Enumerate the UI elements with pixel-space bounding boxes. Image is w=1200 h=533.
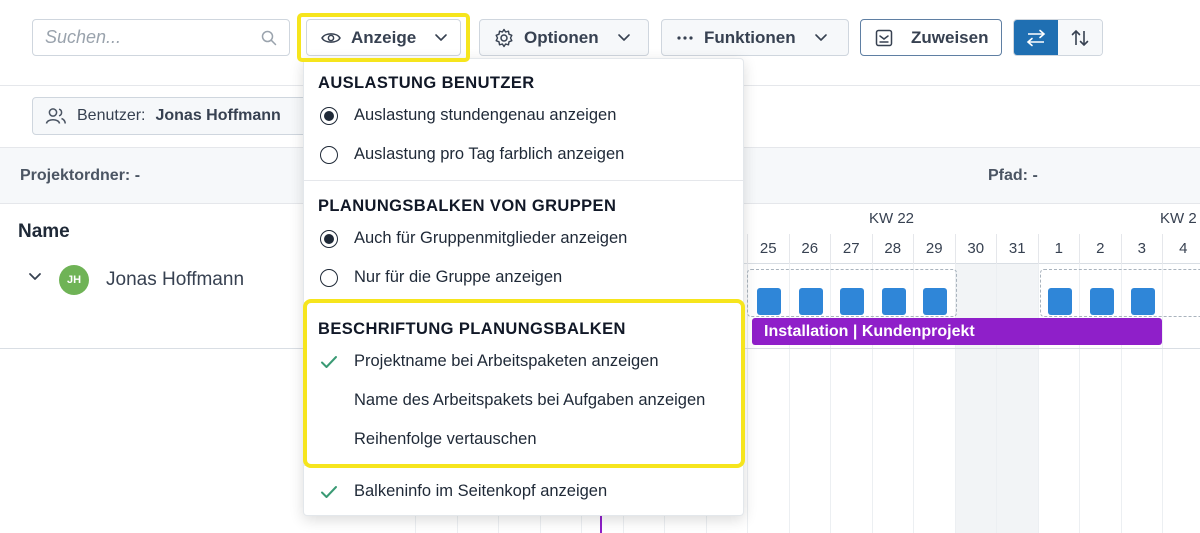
eye-icon: [321, 31, 341, 45]
workload-block[interactable]: [882, 288, 906, 315]
workload-block[interactable]: [840, 288, 864, 315]
day-cell: 25: [747, 234, 789, 264]
menu-item-label: Balkeninfo im Seitenkopf anzeigen: [354, 482, 608, 500]
section-heading: BESCHRIFTUNG PLANUNGSBALKEN: [318, 320, 626, 338]
menu-item-nur-gruppe[interactable]: Nur für die Gruppe anzeigen: [318, 265, 738, 291]
section-heading: AUSLASTUNG BENUTZER: [318, 74, 535, 92]
day-cell: 26: [788, 234, 831, 264]
menu-item-gruppenmitglieder[interactable]: Auch für Gruppenmitglieder anzeigen: [318, 226, 738, 252]
day-cell: 29: [913, 234, 955, 264]
radio-empty-icon: [318, 267, 340, 289]
workload-block[interactable]: [799, 288, 823, 315]
anzeige-dropdown-menu: AUSLASTUNG BENUTZER Auslastung stundenge…: [303, 58, 744, 516]
funktionen-label: Funktionen: [704, 27, 796, 47]
chevron-down-icon: [434, 33, 448, 42]
workload-block[interactable]: [1131, 288, 1155, 315]
gear-icon: [494, 28, 514, 48]
radio-selected-icon: [318, 105, 340, 127]
filter-label: Benutzer:: [77, 107, 146, 124]
chevron-down-icon[interactable]: [28, 272, 42, 281]
planning-bar[interactable]: Installation | Kundenprojekt: [752, 318, 1162, 345]
search-icon[interactable]: [261, 30, 277, 51]
radio-empty-icon: [318, 144, 340, 166]
week-label: KW 22: [869, 210, 915, 227]
day-cell: 30: [954, 234, 997, 264]
checkmark-icon: [318, 481, 340, 503]
menu-item-label: Projektname bei Arbeitspaketen anzeigen: [354, 352, 659, 370]
menu-item-projektname[interactable]: Projektname bei Arbeitspaketen anzeigen: [318, 349, 738, 375]
orientation-toggle: [1013, 19, 1103, 56]
swap-vertical-icon[interactable]: [1058, 20, 1102, 55]
day-cell: 27: [830, 234, 872, 264]
day-cell: 31: [996, 234, 1038, 264]
search-box: [32, 19, 290, 56]
user-filter-chip[interactable]: Benutzer: Jonas Hoffmann: [32, 97, 322, 135]
menu-item-label: Nur für die Gruppe anzeigen: [354, 268, 563, 286]
workload-block[interactable]: [757, 288, 781, 315]
menu-divider: [304, 465, 743, 466]
menu-divider: [304, 302, 743, 303]
chevron-down-icon: [617, 33, 631, 42]
day-cell: 1: [1037, 234, 1080, 264]
search-input[interactable]: [33, 20, 289, 55]
checkmark-icon: [318, 351, 340, 373]
user-name: Jonas Hoffmann: [106, 269, 245, 290]
day-cell: 4: [1162, 234, 1200, 264]
path-label: Pfad: -: [988, 167, 1038, 184]
workload-block[interactable]: [1048, 288, 1072, 315]
name-column-header[interactable]: Name: [18, 221, 70, 243]
menu-item-label: Auslastung pro Tag farblich anzeigen: [354, 145, 625, 163]
grid-column-weekend: [996, 264, 1038, 533]
avatar: JH: [59, 265, 89, 295]
menu-divider: [304, 180, 743, 181]
swap-horizontal-icon[interactable]: [1014, 20, 1058, 55]
project-folder-label: Projektordner: -: [20, 167, 141, 184]
week-label: KW 2: [1160, 210, 1197, 227]
menu-item-auslastung-stundengenau[interactable]: Auslastung stundengenau anzeigen: [318, 103, 738, 129]
filter-value: Jonas Hoffmann: [155, 107, 281, 124]
funktionen-button[interactable]: Funktionen: [661, 19, 849, 56]
zuweisen-button[interactable]: Zuweisen: [860, 19, 1002, 56]
radio-selected-icon: [318, 228, 340, 250]
menu-item-arbeitspaket-name[interactable]: Name des Arbeitspakets bei Aufgaben anze…: [318, 388, 738, 414]
users-icon: [45, 107, 67, 125]
grid-column-weekend: [954, 264, 996, 533]
assign-inbox-icon: [875, 29, 893, 47]
workload-block[interactable]: [923, 288, 947, 315]
zuweisen-label: Zuweisen: [911, 27, 989, 47]
optionen-button[interactable]: Optionen: [479, 19, 649, 56]
menu-item-label: Auslastung stundengenau anzeigen: [354, 106, 617, 124]
menu-item-balkeninfo[interactable]: Balkeninfo im Seitenkopf anzeigen: [318, 479, 738, 505]
chevron-down-icon: [814, 33, 828, 42]
optionen-label: Optionen: [524, 27, 599, 47]
menu-item-label: Name des Arbeitspakets bei Aufgaben anze…: [354, 391, 706, 409]
menu-item-label: Reihenfolge vertauschen: [354, 430, 537, 448]
day-cell: 2: [1079, 234, 1121, 264]
menu-item-label: Auch für Gruppenmitglieder anzeigen: [354, 229, 628, 247]
more-dots-icon: [676, 35, 694, 41]
day-cell: 28: [871, 234, 914, 264]
anzeige-button[interactable]: Anzeige: [306, 19, 461, 56]
anzeige-label: Anzeige: [351, 27, 417, 47]
section-heading: PLANUNGSBALKEN VON GRUPPEN: [318, 197, 617, 215]
menu-item-reihenfolge[interactable]: Reihenfolge vertauschen: [318, 427, 738, 453]
day-cell: 3: [1120, 234, 1163, 264]
menu-item-auslastung-pro-tag[interactable]: Auslastung pro Tag farblich anzeigen: [318, 142, 738, 168]
workload-block[interactable]: [1090, 288, 1114, 315]
